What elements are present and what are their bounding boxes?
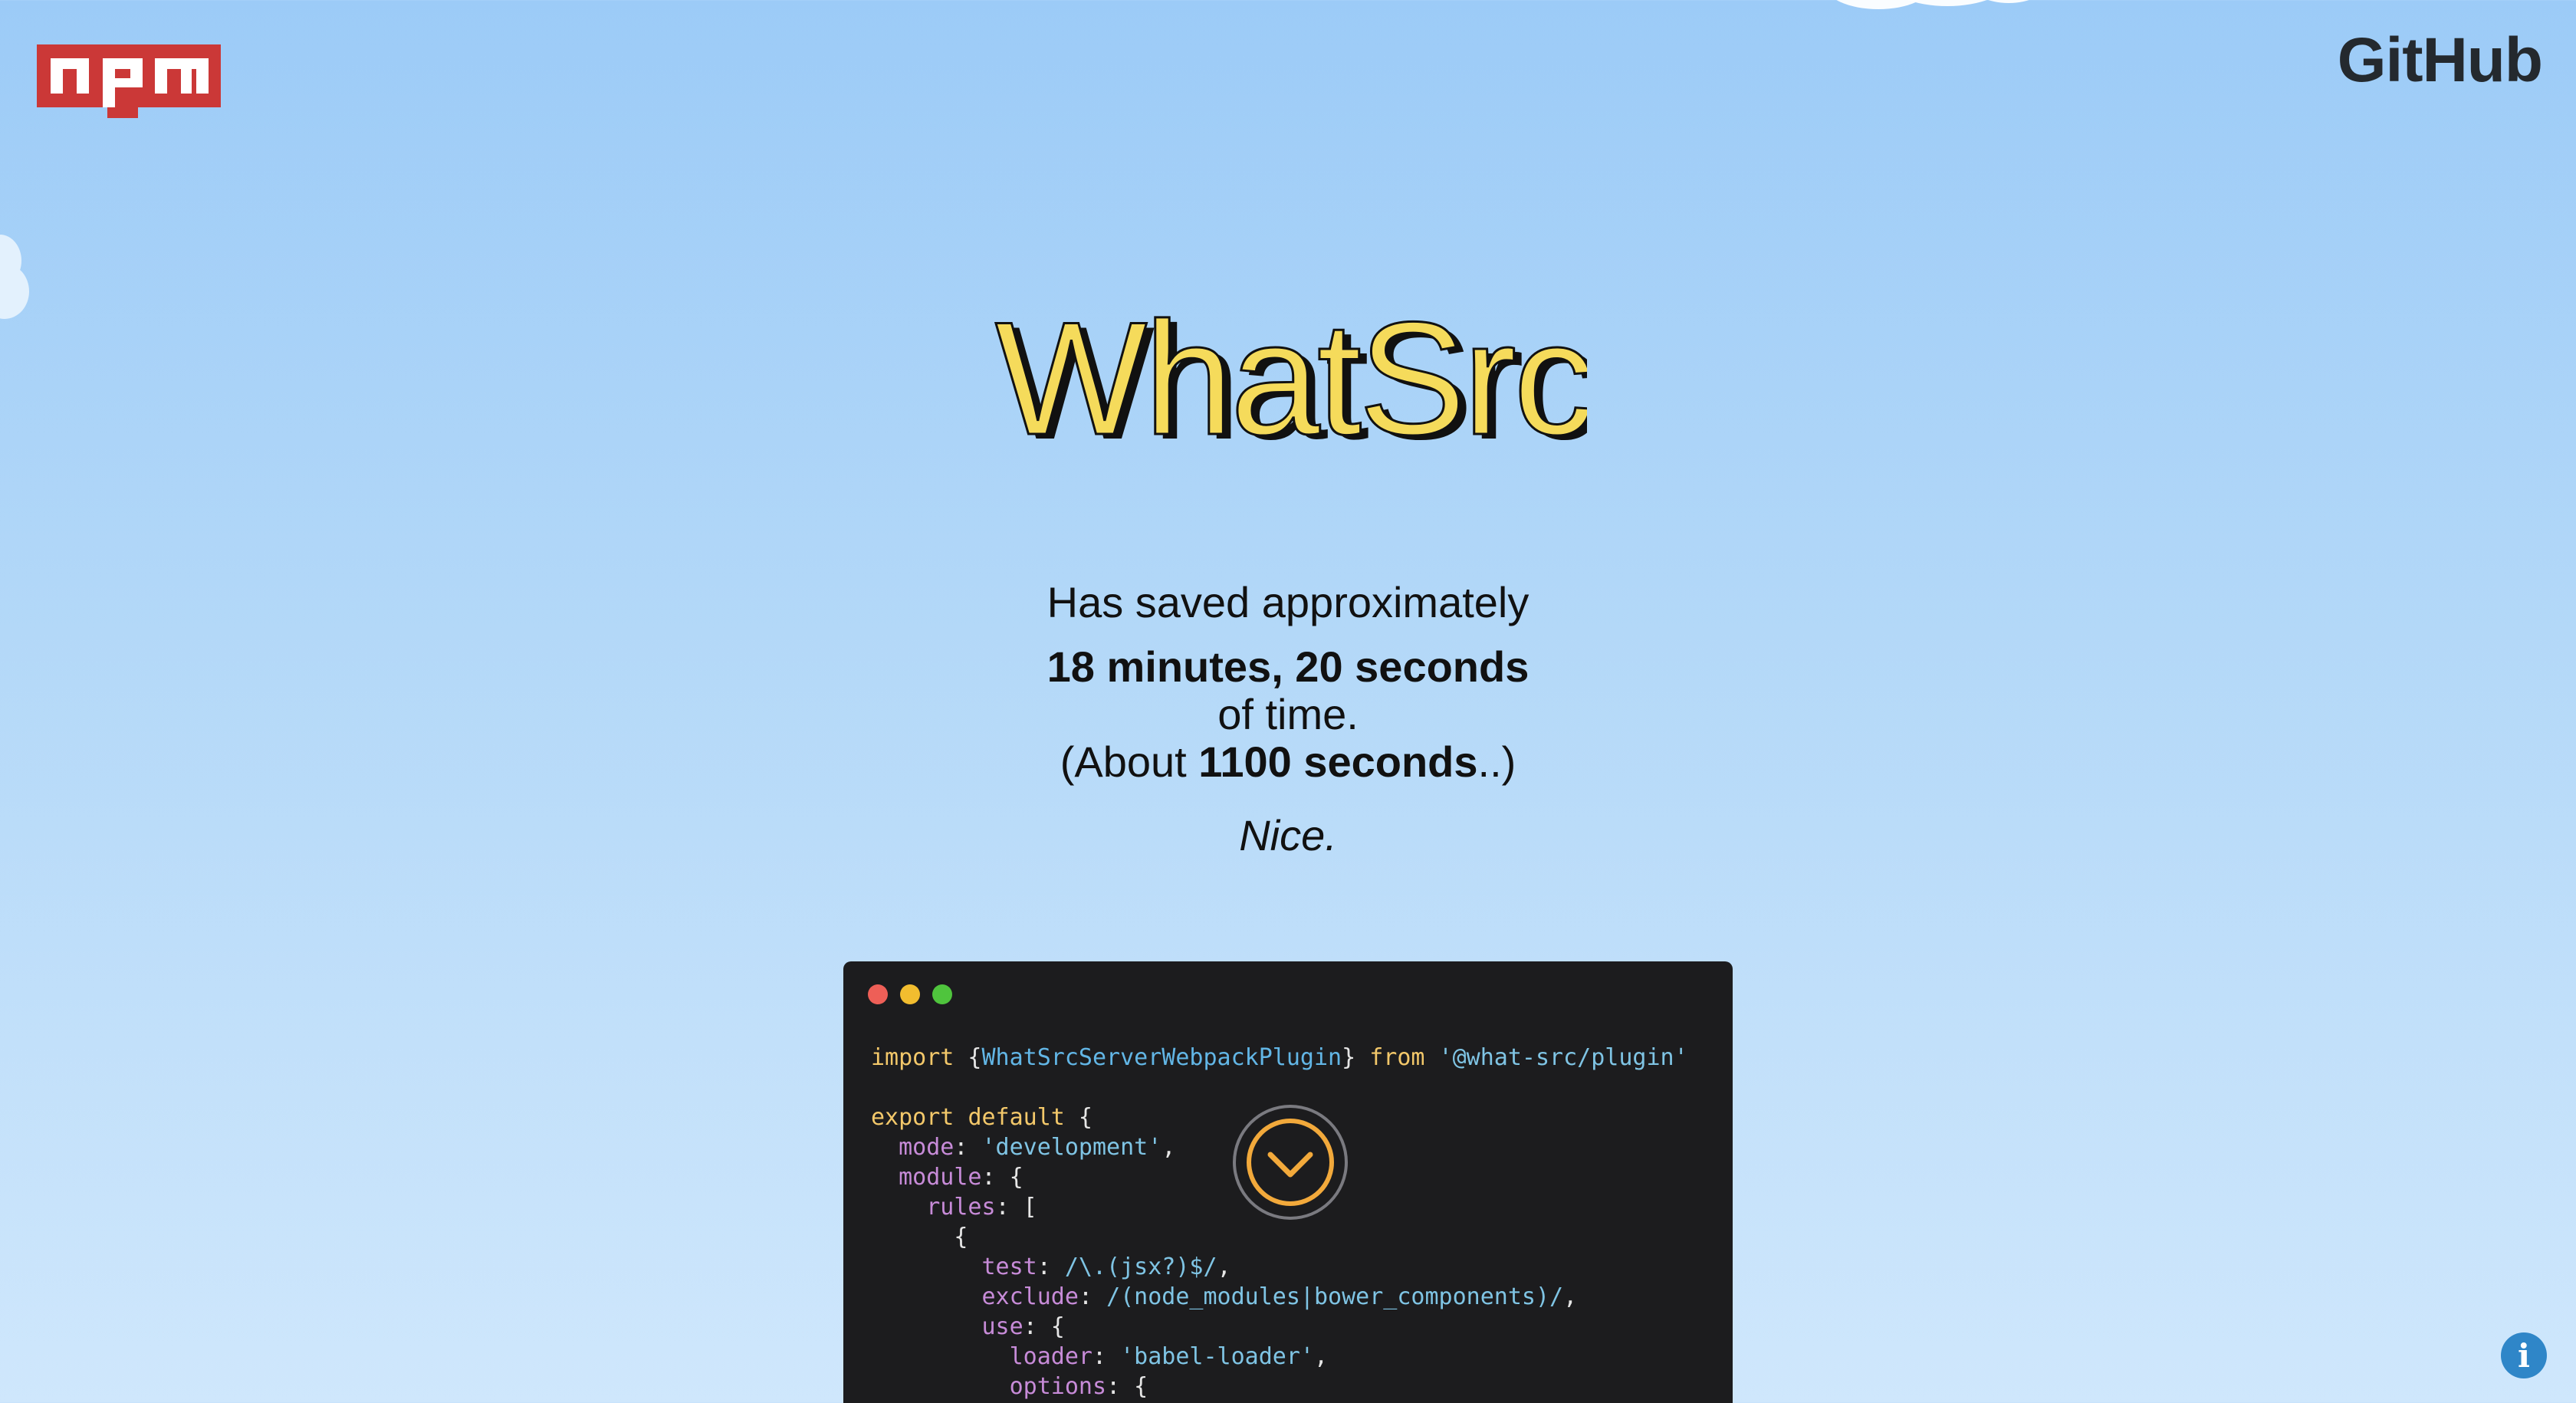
brand-name: WhatSrc [995, 288, 1587, 468]
code-token: options [1009, 1373, 1107, 1400]
code-token: } [1342, 1044, 1370, 1071]
chevron-down-icon [1247, 1119, 1334, 1206]
stats-about: (About 1100 seconds..) [0, 738, 2576, 786]
whatsrc-logo: WhatSrc WhatSrc [994, 288, 1588, 474]
code-token: /(node_modules|bower_components)/ [1106, 1283, 1564, 1310]
stats-about-prefix: (About [1060, 738, 1199, 786]
stats-remark: Nice. [1239, 811, 1337, 859]
code-token: test [981, 1254, 1037, 1280]
code-token: exclude [981, 1283, 1079, 1310]
scroll-down-button[interactable] [1236, 1108, 1345, 1217]
window-controls [868, 984, 952, 1004]
code-token: '@what-src/plugin' [1424, 1044, 1688, 1071]
minimize-dot-icon [900, 984, 920, 1004]
github-link[interactable]: GitHub [2338, 29, 2543, 92]
code-token: 'development' [981, 1134, 1162, 1161]
code-token: use [981, 1313, 1024, 1340]
npm-link[interactable]: npm [37, 44, 221, 118]
time-saved-summary: Has saved approximately 18 minutes, 20 s… [0, 579, 2576, 859]
stats-intro: Has saved approximately [1046, 578, 1530, 626]
cloud-decoration [0, 235, 29, 319]
code-token: module [899, 1164, 982, 1191]
code-token: loader [1009, 1343, 1092, 1370]
code-token: /\.(jsx?)$/ [1064, 1254, 1217, 1280]
code-token: 'babel-loader' [1120, 1343, 1314, 1370]
info-button[interactable]: i [2501, 1332, 2547, 1378]
maximize-dot-icon [932, 984, 952, 1004]
info-icon: i [2518, 1336, 2530, 1375]
stats-suffix: of time. [1217, 690, 1359, 738]
code-token: import [871, 1044, 955, 1071]
cloud-decoration [1836, 0, 2029, 9]
code-token: default [968, 1104, 1065, 1131]
code-token: { [954, 1044, 982, 1071]
stats-duration: 18 minutes, 20 seconds [1046, 642, 1530, 691]
code-token: export [871, 1104, 955, 1131]
stats-about-suffix: ..) [1477, 738, 1516, 786]
code-token: rules [926, 1194, 996, 1221]
code-token: WhatSrcServerWebpackPlugin [981, 1044, 1342, 1071]
code-snippet: import {WhatSrcServerWebpackPlugin} from… [871, 1044, 1688, 1400]
npm-logo: npm [37, 44, 221, 118]
close-dot-icon [868, 984, 888, 1004]
code-token: from [1369, 1044, 1425, 1071]
code-token: mode [899, 1134, 955, 1161]
stats-about-value: 1100 seconds [1198, 738, 1478, 786]
